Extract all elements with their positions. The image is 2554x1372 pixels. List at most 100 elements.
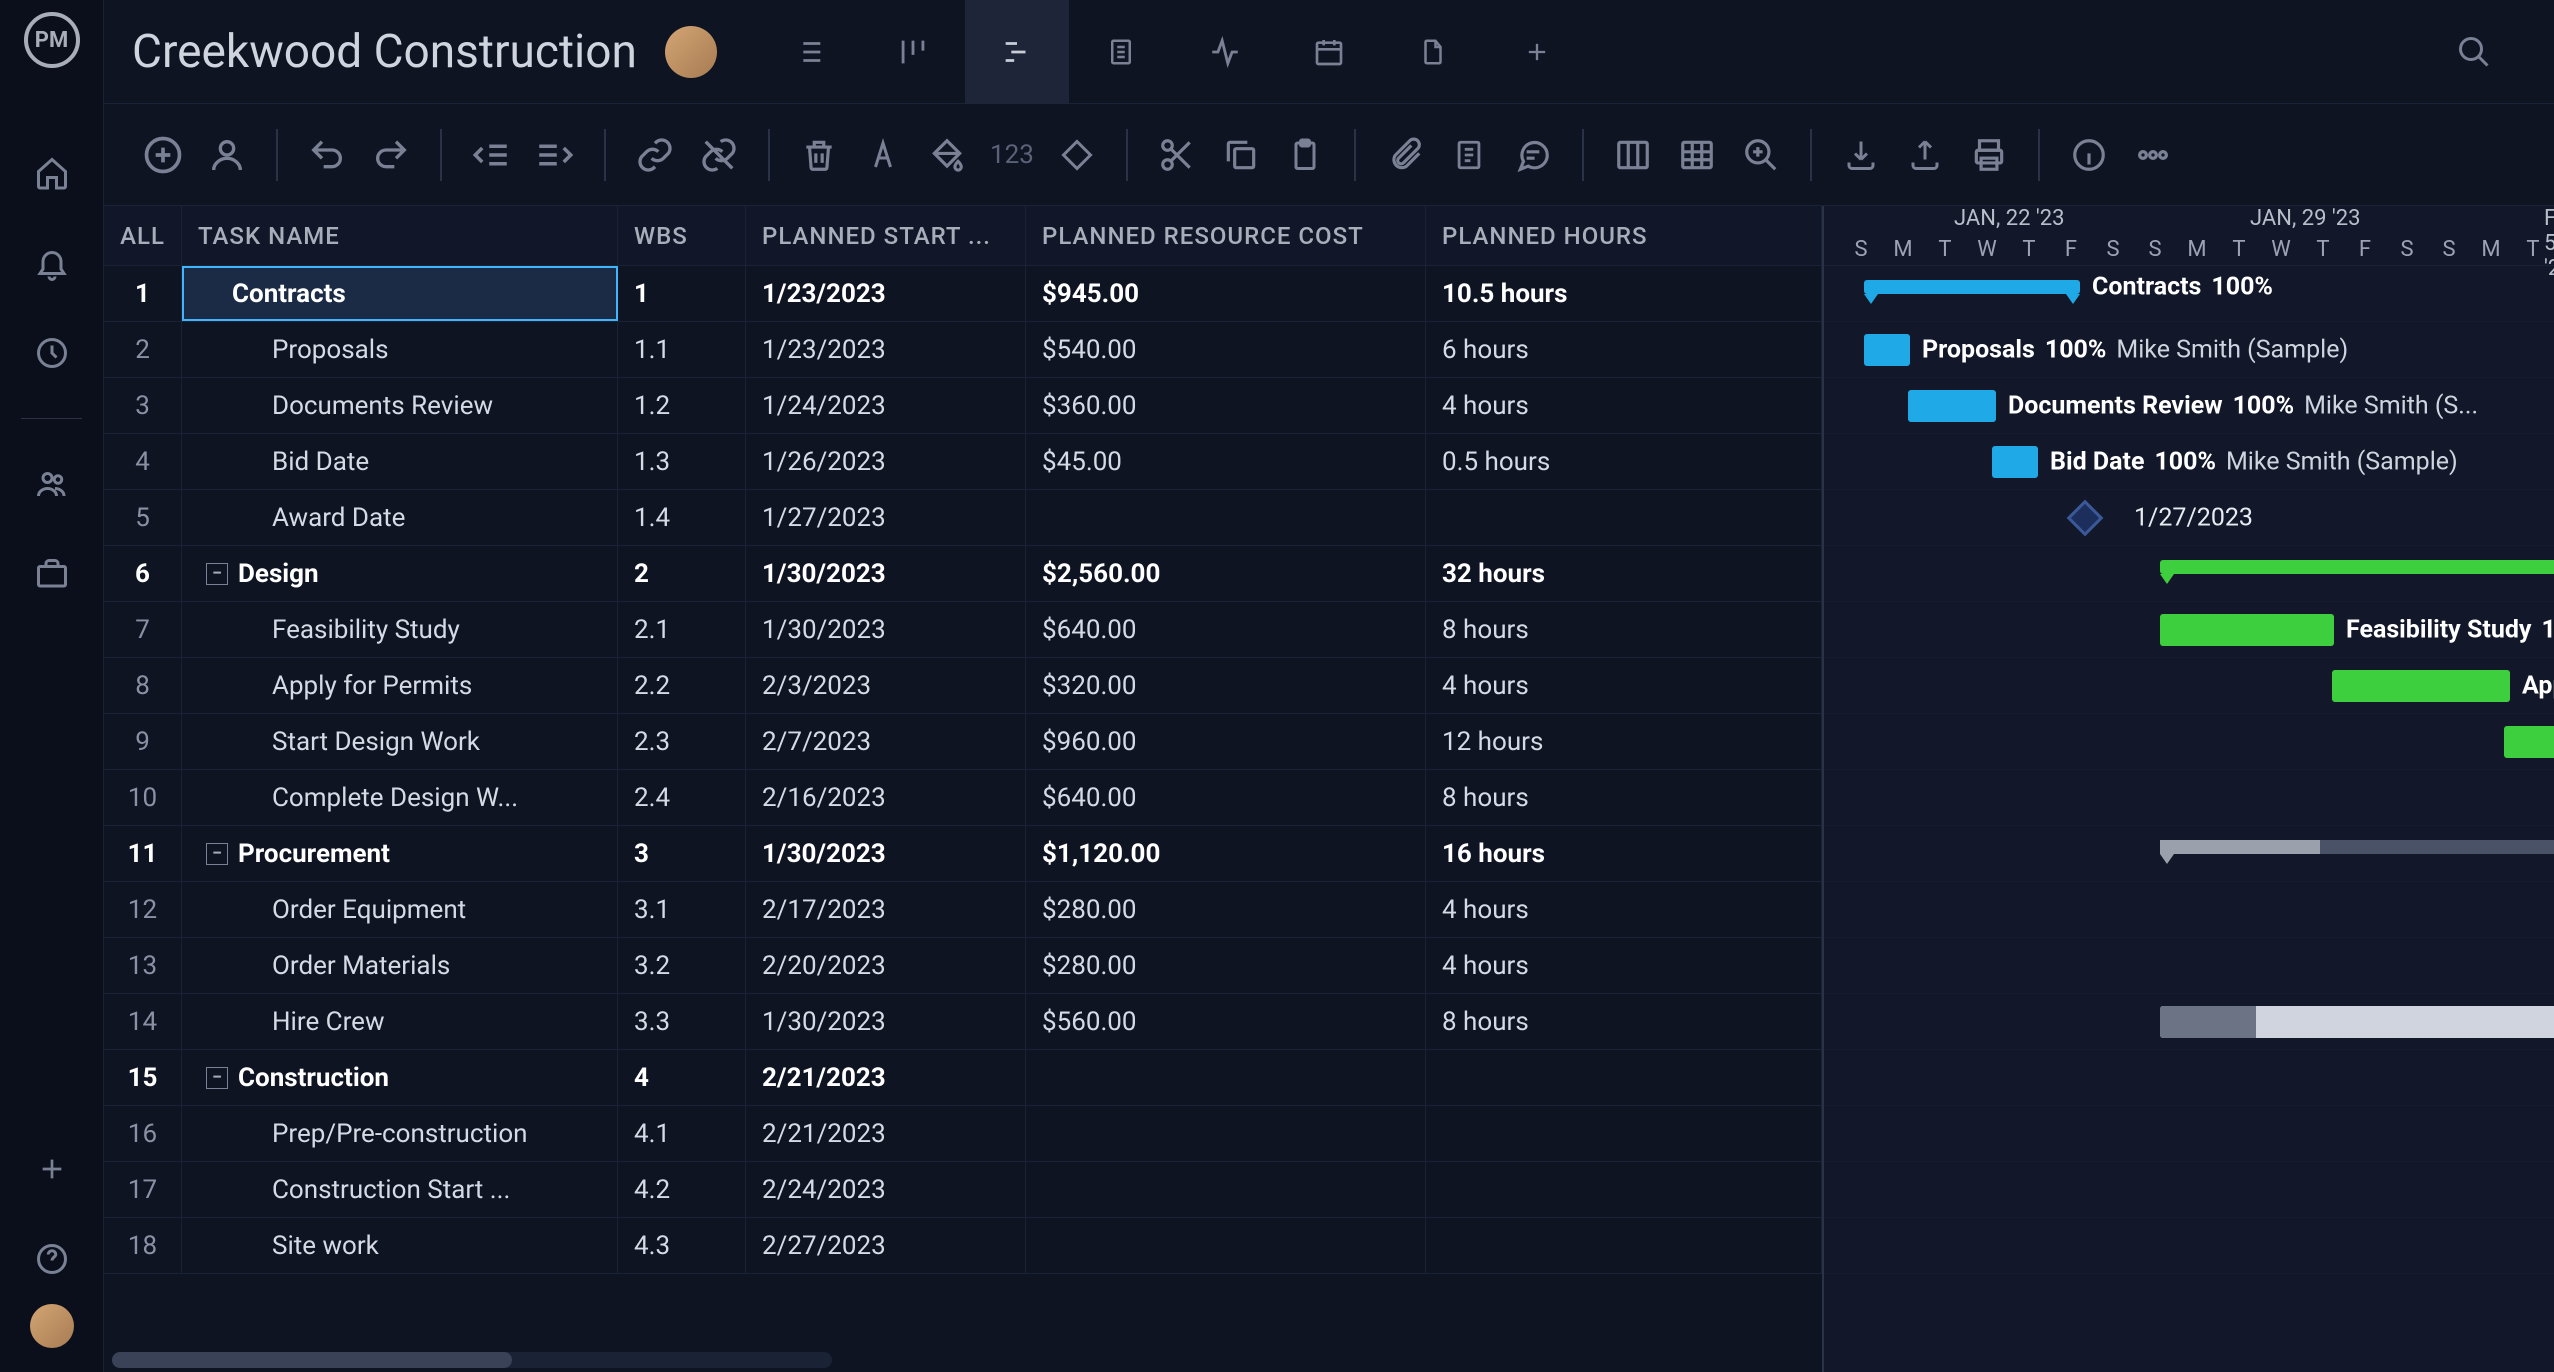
portfolio-icon[interactable] [31, 553, 73, 595]
table-row[interactable]: 11−Procurement31/30/2023$1,120.0016 hour… [104, 826, 1822, 882]
task-name-cell[interactable]: Site work [182, 1218, 618, 1273]
cell-start[interactable]: 2/7/2023 [746, 714, 1026, 769]
row-number[interactable]: 6 [104, 546, 182, 601]
task-name-cell[interactable]: Bid Date [182, 434, 618, 489]
table-row[interactable]: 16Prep/Pre-construction4.12/21/2023 [104, 1106, 1822, 1162]
copy-icon[interactable] [1214, 128, 1268, 182]
cell-hours[interactable]: 4 hours [1426, 882, 1822, 937]
cell-wbs[interactable]: 2.3 [618, 714, 746, 769]
cell-hours[interactable]: 16 hours [1426, 826, 1822, 881]
gantt-row[interactable] [1824, 714, 2554, 770]
cell-start[interactable]: 2/27/2023 [746, 1218, 1026, 1273]
row-number[interactable]: 10 [104, 770, 182, 825]
cell-hours[interactable]: 8 hours [1426, 994, 1822, 1049]
gantt-bar[interactable]: Proposals100%Mike Smith (Sample) [1864, 334, 1910, 366]
add-view-icon[interactable] [1485, 0, 1589, 104]
print-icon[interactable] [1962, 128, 2016, 182]
cell-hours[interactable]: 4 hours [1426, 378, 1822, 433]
add-task-icon[interactable] [136, 128, 190, 182]
task-name-cell[interactable]: −Procurement [182, 826, 618, 881]
task-name-cell[interactable]: Apply for Permits [182, 658, 618, 713]
undo-icon[interactable] [300, 128, 354, 182]
row-number[interactable]: 4 [104, 434, 182, 489]
user-avatar[interactable] [30, 1304, 74, 1348]
notifications-icon[interactable] [31, 242, 73, 284]
table-row[interactable]: 5Award Date1.41/27/2023 [104, 490, 1822, 546]
task-name-cell[interactable]: −Construction [182, 1050, 618, 1105]
row-number[interactable]: 2 [104, 322, 182, 377]
gantt-bar[interactable]: Hire [2160, 1006, 2554, 1038]
expander-icon[interactable]: − [206, 1067, 228, 1089]
cell-start[interactable]: 1/30/2023 [746, 546, 1026, 601]
view-sheet-icon[interactable] [1069, 0, 1173, 104]
recent-icon[interactable] [31, 332, 73, 374]
cell-hours[interactable] [1426, 1162, 1822, 1217]
cell-start[interactable]: 2/21/2023 [746, 1050, 1026, 1105]
cell-wbs[interactable]: 1.2 [618, 378, 746, 433]
cell-wbs[interactable]: 3.3 [618, 994, 746, 1049]
gantt-row[interactable] [1824, 882, 2554, 938]
expander-icon[interactable]: − [206, 843, 228, 865]
cell-wbs[interactable]: 3.2 [618, 938, 746, 993]
horizontal-scrollbar[interactable] [112, 1352, 832, 1368]
view-gantt-icon[interactable] [965, 0, 1069, 104]
gantt-row[interactable]: Apply f [1824, 658, 2554, 714]
cell-wbs[interactable]: 3.1 [618, 882, 746, 937]
table-row[interactable]: 14Hire Crew3.31/30/2023$560.008 hours [104, 994, 1822, 1050]
cell-start[interactable]: 2/17/2023 [746, 882, 1026, 937]
cell-wbs[interactable]: 1.3 [618, 434, 746, 489]
task-name-cell[interactable]: Award Date [182, 490, 618, 545]
unlink-icon[interactable] [692, 128, 746, 182]
view-list-icon[interactable] [757, 0, 861, 104]
gantt-row[interactable]: Feasibility Study10 [1824, 602, 2554, 658]
task-name-cell[interactable]: Proposals [182, 322, 618, 377]
view-files-icon[interactable] [1381, 0, 1485, 104]
col-hours[interactable]: PLANNED HOURS [1426, 206, 1822, 265]
cell-cost[interactable]: $2,560.00 [1026, 546, 1426, 601]
gantt-bar[interactable] [2160, 840, 2554, 854]
gantt-row[interactable] [1824, 770, 2554, 826]
row-number[interactable]: 14 [104, 994, 182, 1049]
col-all[interactable]: ALL [104, 206, 182, 265]
row-number[interactable]: 17 [104, 1162, 182, 1217]
gantt-row[interactable] [1824, 1218, 2554, 1274]
gantt-bar[interactable] [2504, 726, 2554, 758]
info-icon[interactable] [2062, 128, 2116, 182]
gantt-bar[interactable]: Feasibility Study10 [2160, 614, 2334, 646]
cell-start[interactable]: 2/16/2023 [746, 770, 1026, 825]
cell-start[interactable]: 2/3/2023 [746, 658, 1026, 713]
table-row[interactable]: 12Order Equipment3.12/17/2023$280.004 ho… [104, 882, 1822, 938]
cell-cost[interactable]: $560.00 [1026, 994, 1426, 1049]
task-name-cell[interactable]: −Design [182, 546, 618, 601]
view-activity-icon[interactable] [1173, 0, 1277, 104]
gantt-bar[interactable]: Contracts100% [1864, 280, 2080, 294]
col-start[interactable]: PLANNED START ... [746, 206, 1026, 265]
gantt-row[interactable] [1824, 546, 2554, 602]
indent-icon[interactable] [528, 128, 582, 182]
team-icon[interactable] [31, 463, 73, 505]
view-calendar-icon[interactable] [1277, 0, 1381, 104]
task-name-cell[interactable]: Hire Crew [182, 994, 618, 1049]
columns-icon[interactable] [1606, 128, 1660, 182]
assign-icon[interactable] [200, 128, 254, 182]
cell-start[interactable]: 1/23/2023 [746, 322, 1026, 377]
task-name-cell[interactable]: Contracts [182, 266, 618, 321]
gantt-row[interactable]: Contracts100% [1824, 266, 2554, 322]
cell-cost[interactable]: $360.00 [1026, 378, 1426, 433]
col-cost[interactable]: PLANNED RESOURCE COST [1026, 206, 1426, 265]
cell-wbs[interactable]: 1.4 [618, 490, 746, 545]
table-row[interactable]: 7Feasibility Study2.11/30/2023$640.008 h… [104, 602, 1822, 658]
home-icon[interactable] [31, 152, 73, 194]
cell-cost[interactable] [1026, 1050, 1426, 1105]
cell-hours[interactable] [1426, 1218, 1822, 1273]
cell-start[interactable]: 1/30/2023 [746, 994, 1026, 1049]
cell-hours[interactable]: 8 hours [1426, 602, 1822, 657]
redo-icon[interactable] [364, 128, 418, 182]
delete-icon[interactable] [792, 128, 846, 182]
gantt-row[interactable]: Proposals100%Mike Smith (Sample) [1824, 322, 2554, 378]
view-board-icon[interactable] [861, 0, 965, 104]
table-row[interactable]: 4Bid Date1.31/26/2023$45.000.5 hours [104, 434, 1822, 490]
cell-cost[interactable]: $540.00 [1026, 322, 1426, 377]
cell-cost[interactable]: $640.00 [1026, 770, 1426, 825]
table-row[interactable]: 13Order Materials3.22/20/2023$280.004 ho… [104, 938, 1822, 994]
